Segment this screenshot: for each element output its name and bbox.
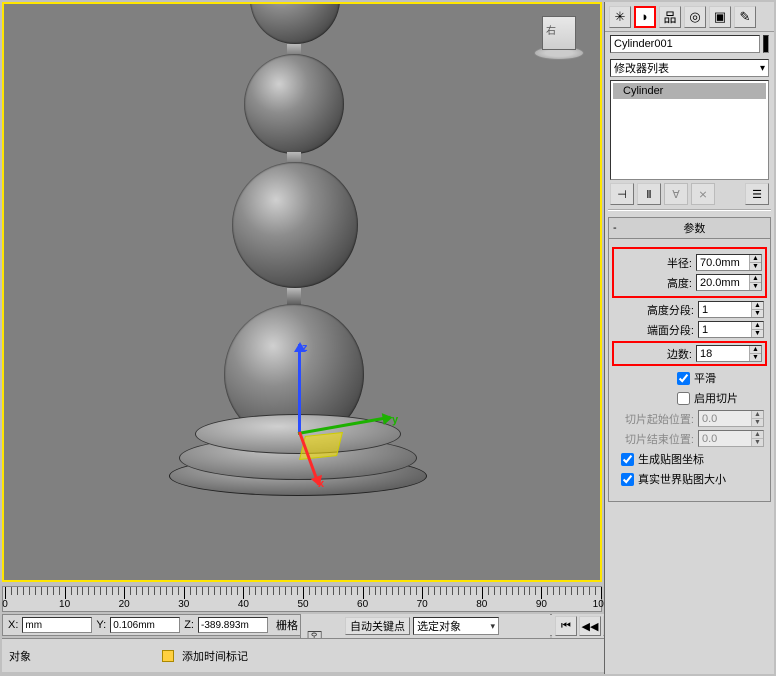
modifier-list-dropdown[interactable]: 修改器列表 bbox=[610, 59, 769, 77]
height-up[interactable]: ▲ bbox=[750, 275, 761, 283]
radius-down[interactable]: ▼ bbox=[750, 263, 761, 270]
slice-to-input bbox=[699, 431, 751, 446]
heightsegs-input[interactable] bbox=[699, 302, 751, 317]
stack-item-cylinder[interactable]: Cylinder bbox=[613, 83, 766, 99]
goto-start-button[interactable]: ⏮ bbox=[555, 616, 577, 636]
ruler-tick-label: 80 bbox=[476, 599, 487, 610]
model-sphere bbox=[244, 54, 344, 154]
heightsegs-spinner[interactable]: ▲▼ bbox=[698, 301, 764, 318]
heightsegs-up[interactable]: ▲ bbox=[752, 302, 763, 310]
command-panel-tabs: ✳ ◗ 品 ◎ ▣ ✎ bbox=[605, 2, 774, 32]
ruler-tick-label: 30 bbox=[178, 599, 189, 610]
real-world-label: 真实世界贴图大小 bbox=[638, 471, 726, 487]
modify-tab-icon[interactable]: ◗ bbox=[634, 6, 656, 28]
pin-stack-button[interactable]: ⊣ bbox=[610, 183, 634, 205]
viewport[interactable]: 右 z y x bbox=[2, 2, 602, 582]
radius-input[interactable] bbox=[697, 255, 749, 270]
make-unique-button: ∀ bbox=[664, 183, 688, 205]
ruler-tick-label: 10 bbox=[59, 599, 70, 610]
slice-on-label: 启用切片 bbox=[694, 390, 738, 406]
coord-z-label: Z: bbox=[182, 619, 196, 631]
command-panel: ✳ ◗ 品 ◎ ▣ ✎ 修改器列表 Cylinder ⊣ Ⅱ ∀ ⨯ ☰ - 参… bbox=[604, 2, 774, 674]
real-world-checkbox[interactable] bbox=[621, 473, 634, 486]
selection-set-combo[interactable]: 选定对象 bbox=[413, 617, 499, 635]
object-color-swatch[interactable] bbox=[763, 35, 769, 53]
model-sphere bbox=[250, 4, 340, 44]
slice-from-spinner: ▲▼ bbox=[698, 410, 764, 427]
gen-uv-checkbox[interactable] bbox=[621, 453, 634, 466]
ruler-tick-label: 90 bbox=[536, 599, 547, 610]
show-end-result-button[interactable]: Ⅱ bbox=[637, 183, 661, 205]
sides-label: 边数: bbox=[638, 346, 692, 362]
viewport-canvas[interactable]: 右 z y x bbox=[4, 4, 600, 580]
slice-from-label: 切片起始位置: bbox=[618, 411, 694, 427]
ruler-tick-label: 70 bbox=[417, 599, 428, 610]
slice-from-input bbox=[699, 411, 751, 426]
time-tag-swatch[interactable] bbox=[162, 650, 174, 662]
sides-down[interactable]: ▼ bbox=[750, 354, 761, 361]
coord-y-label: Y: bbox=[94, 619, 108, 631]
capsegs-spinner[interactable]: ▲▼ bbox=[698, 321, 764, 338]
height-input[interactable] bbox=[697, 275, 749, 290]
viewcube-face: 右 bbox=[546, 22, 556, 37]
heightsegs-down[interactable]: ▼ bbox=[752, 310, 763, 317]
timeline-ruler[interactable]: 0102030405060708090100 bbox=[2, 586, 602, 612]
auto-key-button[interactable]: 自动关键点 bbox=[345, 617, 410, 635]
capsegs-down[interactable]: ▼ bbox=[752, 330, 763, 337]
slice-to-label: 切片结束位置: bbox=[618, 431, 694, 447]
ruler-tick-label: 40 bbox=[238, 599, 249, 610]
viewcube[interactable]: 右 bbox=[534, 12, 584, 62]
smooth-checkbox[interactable] bbox=[677, 372, 690, 385]
modifier-list-label: 修改器列表 bbox=[614, 60, 669, 76]
coord-x-input[interactable] bbox=[22, 617, 92, 633]
slice-on-checkbox[interactable] bbox=[677, 392, 690, 405]
object-name-input[interactable] bbox=[610, 35, 760, 53]
height-label: 高度: bbox=[638, 275, 692, 291]
motion-tab-icon[interactable]: ◎ bbox=[684, 6, 706, 28]
display-tab-icon[interactable]: ▣ bbox=[709, 6, 731, 28]
slice-to-spinner: ▲▼ bbox=[698, 430, 764, 447]
rollout-title: 参数 bbox=[623, 220, 766, 236]
ruler-tick-label: 50 bbox=[297, 599, 308, 610]
radius-label: 半径: bbox=[638, 255, 692, 271]
modifier-stack[interactable]: Cylinder bbox=[610, 80, 769, 180]
sides-input[interactable] bbox=[697, 346, 749, 361]
rollout-collapse-icon: - bbox=[613, 222, 617, 234]
coord-z-input[interactable] bbox=[198, 617, 268, 633]
prev-frame-button[interactable]: ◀◀ bbox=[579, 616, 601, 636]
height-down[interactable]: ▼ bbox=[750, 283, 761, 290]
parameters-rollout: - 参数 半径: ▲▼ 高度: ▲▼ bbox=[608, 217, 771, 502]
capsegs-label: 端面分段: bbox=[640, 322, 694, 338]
ruler-tick-label: 60 bbox=[357, 599, 368, 610]
capsegs-up[interactable]: ▲ bbox=[752, 322, 763, 330]
hierarchy-tab-icon[interactable]: 品 bbox=[659, 6, 681, 28]
remove-modifier-button: ⨯ bbox=[691, 183, 715, 205]
radius-spinner[interactable]: ▲▼ bbox=[696, 254, 762, 271]
stack-toolbar: ⊣ Ⅱ ∀ ⨯ ☰ bbox=[610, 183, 769, 205]
height-spinner[interactable]: ▲▼ bbox=[696, 274, 762, 291]
rollout-header[interactable]: - 参数 bbox=[609, 218, 770, 239]
add-time-tag-button[interactable]: 添加时间标记 bbox=[178, 647, 252, 665]
object-label: 对象 bbox=[6, 647, 34, 665]
model-pedestal bbox=[169, 414, 427, 494]
ruler-tick-label: 20 bbox=[119, 599, 130, 610]
coord-x-label: X: bbox=[6, 619, 20, 631]
smooth-label: 平滑 bbox=[694, 370, 716, 386]
model-sphere bbox=[232, 162, 358, 288]
radius-up[interactable]: ▲ bbox=[750, 255, 761, 263]
sides-up[interactable]: ▲ bbox=[750, 346, 761, 354]
sides-spinner[interactable]: ▲▼ bbox=[696, 345, 762, 362]
capsegs-input[interactable] bbox=[699, 322, 751, 337]
utilities-tab-icon[interactable]: ✎ bbox=[734, 6, 756, 28]
coord-y-input[interactable] bbox=[110, 617, 180, 633]
create-tab-icon[interactable]: ✳ bbox=[609, 6, 631, 28]
configure-sets-button[interactable]: ☰ bbox=[745, 183, 769, 205]
selection-set-label: 选定对象 bbox=[417, 618, 461, 634]
gen-uv-label: 生成贴图坐标 bbox=[638, 451, 704, 467]
heightsegs-label: 高度分段: bbox=[640, 302, 694, 318]
ruler-tick-label: 0 bbox=[2, 599, 8, 610]
